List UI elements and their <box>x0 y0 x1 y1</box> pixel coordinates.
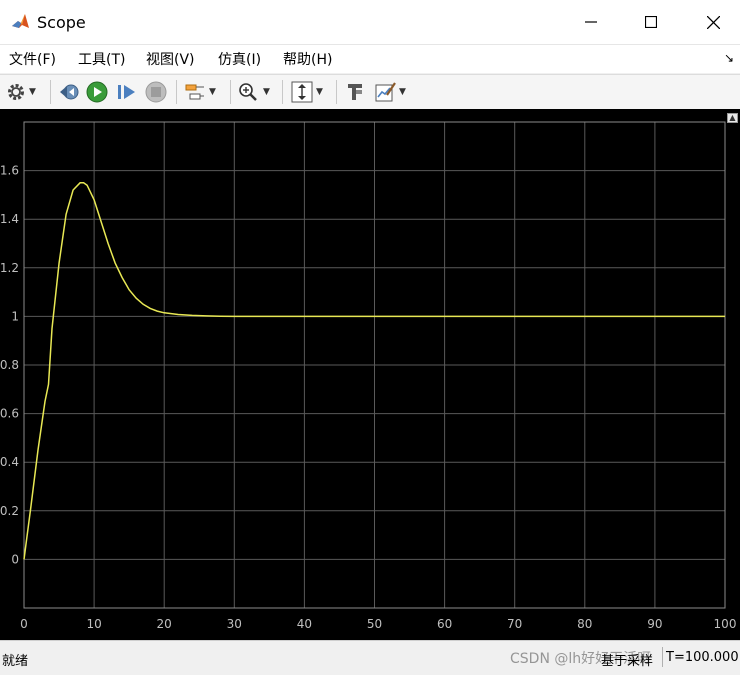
scale-axes-icon <box>291 81 313 103</box>
style-dropdown-icon[interactable]: ▼ <box>399 87 406 97</box>
y-tick-label: 1.4 <box>0 212 19 226</box>
status-separator <box>662 647 663 667</box>
undock-arrow-icon[interactable]: ↘ <box>724 51 734 65</box>
menu-simulation[interactable]: 仿真(I) <box>218 49 261 69</box>
zoom-dropdown-icon[interactable]: ▼ <box>263 87 270 97</box>
maximize-button[interactable] <box>628 0 674 44</box>
toolbar-separator <box>230 80 231 104</box>
window-title: Scope <box>37 13 86 32</box>
step-forward-button[interactable] <box>116 80 138 104</box>
scale-axes-dropdown-icon[interactable]: ▼ <box>316 87 323 97</box>
status-bar: 就绪 CSDN @lh好好干活呀 基于采样 T=100.000 <box>0 640 740 675</box>
settings-icon <box>8 84 24 100</box>
close-icon <box>706 15 720 29</box>
toolbar-separator <box>176 80 177 104</box>
zoom-button[interactable]: ▼ <box>238 80 270 104</box>
step-back-button[interactable] <box>58 80 80 104</box>
minimize-icon <box>585 21 597 23</box>
settings-dropdown-icon[interactable]: ▼ <box>29 87 36 97</box>
signal-select-dropdown-icon[interactable]: ▼ <box>209 87 216 97</box>
toolbar: ▼ ▼ ▼ ▼ ▼ <box>0 74 740 110</box>
menu-bar: 文件(F) 工具(T) 视图(V) 仿真(I) 帮助(H) ↘ <box>0 45 740 73</box>
y-tick-label: 0.4 <box>0 455 19 469</box>
step-forward-icon <box>118 85 135 99</box>
style-button[interactable]: ▼ <box>374 80 406 104</box>
x-tick-label: 0 <box>20 617 28 631</box>
y-tick-label: 1 <box>11 309 19 323</box>
maximize-icon <box>645 16 657 28</box>
y-tick-label: 0.8 <box>0 358 19 372</box>
title-bar: Scope <box>0 0 740 45</box>
y-tick-label: 0.6 <box>0 407 19 421</box>
step-back-icon <box>60 84 79 100</box>
matlab-logo-icon <box>10 12 30 32</box>
menu-tools[interactable]: 工具(T) <box>78 49 125 69</box>
y-tick-label: 0 <box>11 552 19 566</box>
status-sim-time: T=100.000 <box>666 650 739 665</box>
stop-button[interactable] <box>145 80 167 104</box>
settings-button[interactable]: ▼ <box>6 80 36 104</box>
legend-toggle-button[interactable]: ▲ <box>727 113 738 123</box>
minimize-button[interactable] <box>568 0 614 44</box>
status-sample-mode: 基于采样 <box>601 654 654 669</box>
highlight-block-button[interactable] <box>344 80 366 104</box>
x-tick-label: 70 <box>507 617 522 631</box>
x-tick-label: 20 <box>157 617 172 631</box>
y-tick-label: 0.2 <box>0 504 19 518</box>
run-icon <box>86 81 108 103</box>
x-tick-label: 10 <box>86 617 101 631</box>
style-icon <box>375 82 396 102</box>
x-tick-label: 100 <box>714 617 737 631</box>
menu-help[interactable]: 帮助(H) <box>283 49 332 69</box>
x-tick-label: 30 <box>227 617 242 631</box>
run-button[interactable] <box>86 80 108 104</box>
y-tick-label: 1.6 <box>0 164 19 178</box>
x-tick-label: 40 <box>297 617 312 631</box>
menu-file[interactable]: 文件(F) <box>9 49 56 69</box>
signal-select-button[interactable]: ▼ <box>184 80 216 104</box>
toolbar-separator <box>50 80 51 104</box>
x-tick-label: 80 <box>577 617 592 631</box>
menu-view[interactable]: 视图(V) <box>146 49 195 69</box>
scale-axes-button[interactable]: ▼ <box>291 80 323 104</box>
scope-axes[interactable]: 0 10 20 30 40 50 60 70 80 90 100 0 0.2 0.4 0.6 0.8 1 1.2 1… <box>0 109 740 640</box>
x-tick-label: 50 <box>367 617 382 631</box>
signal-select-icon <box>185 84 204 100</box>
stop-icon <box>145 81 167 103</box>
y-tick-label: 1.2 <box>0 261 19 275</box>
toolbar-separator <box>336 80 337 104</box>
status-ready-text: 就绪 <box>2 654 29 669</box>
close-button[interactable] <box>690 0 736 44</box>
toolbar-separator <box>282 80 283 104</box>
highlight-block-icon <box>348 84 362 100</box>
x-tick-label: 90 <box>647 617 662 631</box>
x-tick-label: 60 <box>437 617 452 631</box>
zoom-icon <box>239 83 257 101</box>
